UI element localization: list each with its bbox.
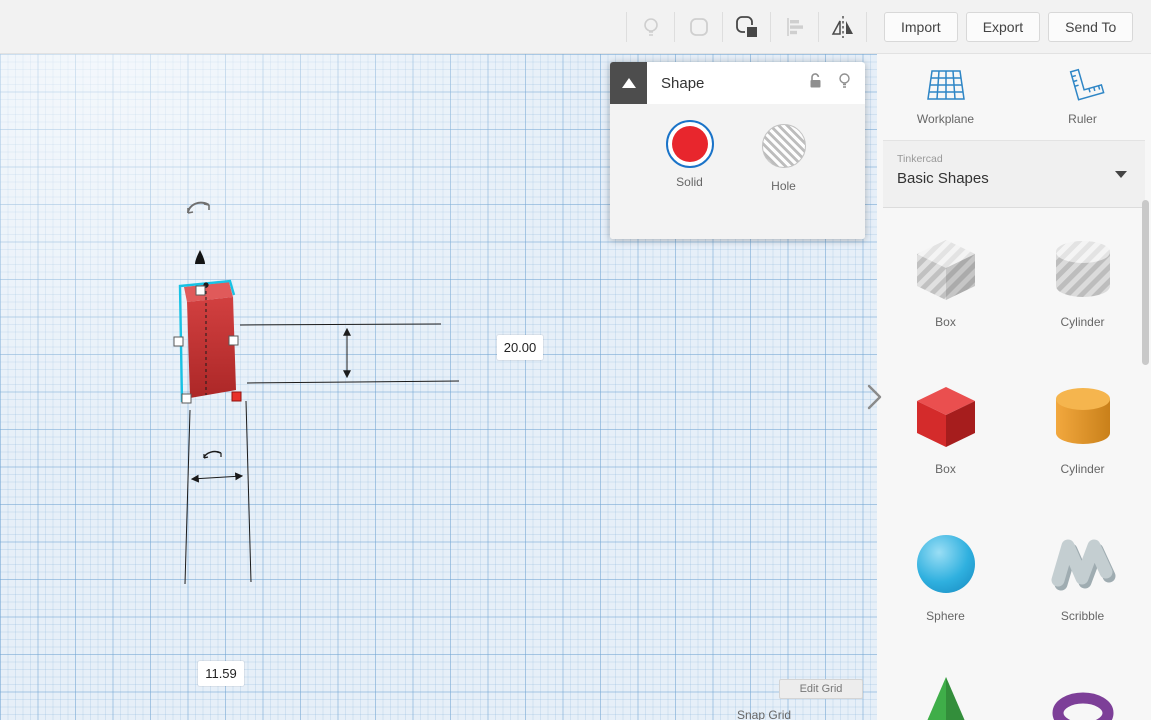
- dimension-length-input[interactable]: 20.00: [497, 335, 543, 360]
- shape-category-dropdown[interactable]: Tinkercad Basic Shapes: [883, 140, 1145, 208]
- sidebar-tools: Workplane Ruler: [877, 54, 1151, 126]
- shape-label: Sphere: [926, 609, 965, 623]
- shape-item-box-red[interactable]: Box: [907, 377, 985, 476]
- shape-item-scribble[interactable]: Scribble: [1044, 524, 1122, 623]
- toolbar-icon-group: [626, 0, 867, 54]
- solid-swatch[interactable]: [665, 120, 714, 168]
- top-toolbar: Import Export Send To: [0, 0, 1151, 54]
- shape-item-box-hole[interactable]: Box: [907, 230, 985, 329]
- import-button[interactable]: Import: [884, 12, 958, 42]
- cone-partial-icon: [926, 677, 965, 720]
- dimension-width-lines: [184, 400, 252, 585]
- send-to-button[interactable]: Send To: [1048, 12, 1134, 42]
- edit-grid-button[interactable]: Edit Grid: [779, 679, 863, 699]
- sidebar-collapse-chevron[interactable]: [864, 382, 886, 412]
- active-corner-handle[interactable]: [231, 391, 242, 402]
- solid-option[interactable]: Solid: [665, 120, 714, 239]
- workplane-tool[interactable]: Workplane: [877, 66, 1014, 126]
- shape-item-partial-purple[interactable]: [1044, 671, 1122, 720]
- rotate-handle-top-icon[interactable]: [187, 201, 210, 214]
- tinkercad-app: Import Export Send To 20.00 11.59 Edit G…: [0, 0, 1151, 720]
- shape-label: Scribble: [1060, 609, 1105, 623]
- lock-open-icon[interactable]: [807, 72, 824, 94]
- hole-option[interactable]: Hole: [758, 120, 810, 239]
- shape-item-sphere[interactable]: Sphere: [907, 524, 985, 623]
- selected-box-object[interactable]: [178, 279, 236, 403]
- toolbar-separator: [866, 12, 867, 42]
- cylinder-hole-icon: [1055, 241, 1110, 297]
- ruler-icon: [1069, 68, 1105, 101]
- shape-panel-header: Shape: [610, 62, 865, 104]
- cylinder-orange-icon: [1055, 388, 1110, 444]
- torus-partial-icon: [1052, 692, 1113, 720]
- solid-option-label: Solid: [676, 175, 703, 189]
- dropdown-brand: Tinkercad: [897, 153, 943, 165]
- shape-label: Box: [935, 315, 956, 329]
- chevron-down-icon: [1115, 171, 1127, 178]
- align-icon[interactable]: [771, 0, 818, 54]
- workplane-label: Workplane: [916, 112, 975, 126]
- box-red-icon: [916, 387, 975, 447]
- hole-option-label: Hole: [771, 179, 796, 193]
- scribble-icon: [1051, 539, 1115, 591]
- light-toggle-icon[interactable]: [627, 0, 674, 54]
- shape-label: Cylinder: [1060, 315, 1105, 329]
- dropdown-selected-category: Basic Shapes: [897, 170, 989, 187]
- shape-label: Cylinder: [1060, 462, 1105, 476]
- shape-item-cylinder-orange[interactable]: Cylinder: [1044, 377, 1122, 476]
- ruler-tool[interactable]: Ruler: [1014, 66, 1151, 126]
- shape-library-grid: Box Cylinder Box Cylinder Sphere Scribbl…: [877, 208, 1151, 720]
- collapse-panel-button[interactable]: [610, 62, 647, 104]
- mirror-icon[interactable]: [819, 0, 866, 54]
- group-icon[interactable]: [675, 0, 722, 54]
- shape-label: Box: [935, 462, 956, 476]
- export-button[interactable]: Export: [965, 12, 1041, 42]
- workplane-icon: [926, 70, 965, 100]
- dimension-length-lines: [239, 323, 460, 384]
- sphere-icon: [916, 535, 975, 593]
- shape-inspector-panel: Shape Solid Hole: [610, 62, 865, 239]
- height-handle-cone[interactable]: [195, 250, 205, 264]
- shape-item-partial-green[interactable]: [907, 671, 985, 720]
- topbar-buttons: Import Export Send To: [884, 12, 1134, 42]
- ungroup-icon[interactable]: [723, 0, 770, 54]
- rotate-handle-bottom-icon[interactable]: [203, 450, 222, 459]
- shape-panel-body: Solid Hole: [610, 104, 865, 239]
- sidebar-scrollbar-thumb[interactable]: [1142, 200, 1149, 365]
- box-hole-icon: [916, 240, 975, 300]
- shape-panel-title: Shape: [661, 74, 705, 92]
- shape-item-cylinder-hole[interactable]: Cylinder: [1044, 230, 1122, 329]
- snap-grid-label[interactable]: Snap Grid: [737, 708, 791, 720]
- shapes-sidebar: Workplane Ruler Tinkercad Basic Shapes B…: [877, 54, 1151, 720]
- lightbulb-icon[interactable]: [836, 72, 853, 94]
- hole-swatch[interactable]: [761, 124, 806, 168]
- ruler-label: Ruler: [1068, 112, 1097, 126]
- dimension-width-input[interactable]: 11.59: [198, 661, 244, 686]
